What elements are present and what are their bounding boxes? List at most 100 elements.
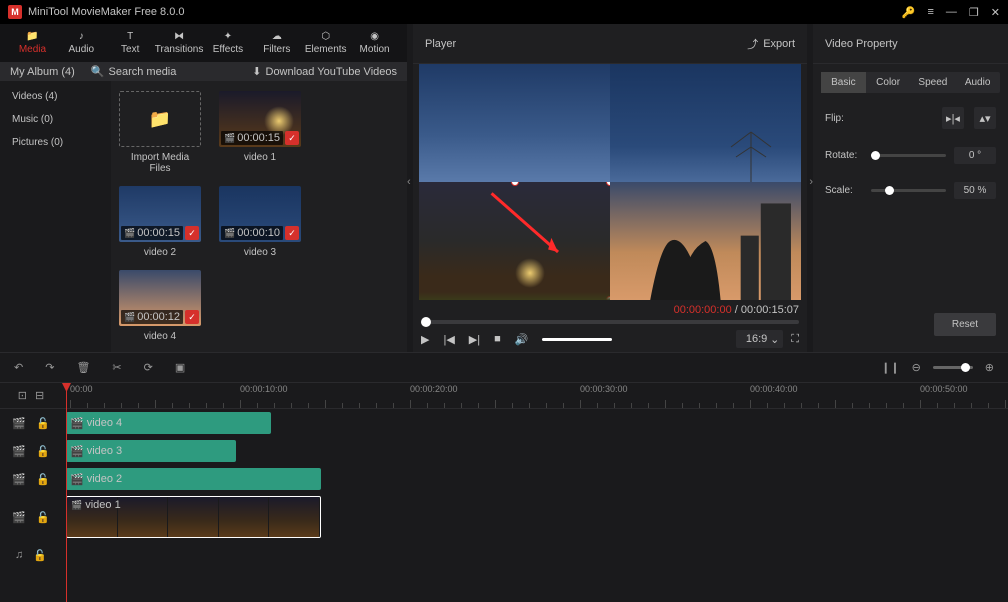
clip-video2[interactable]: 🎬 video 2: [66, 468, 321, 490]
property-tabs: Basic Color Speed Audio: [821, 72, 1000, 93]
property-title: Video Property: [825, 38, 898, 50]
timeline: ↶ ↷ 🗑 ✂ ⟳ ▣ ❙❙ ⊖ ⊕ ⊡ ⊟ 🎬 🔓 🎬 🔓 🎬 🔓 🎬 🔓 ♫ 🔓 00:…: [0, 352, 1008, 602]
menu-icon[interactable]: ≡: [927, 6, 933, 18]
preview-next-icon[interactable]: ›: [809, 176, 813, 188]
time-display: 00:00:00:00 / 00:00:15:07: [674, 304, 799, 316]
stop-button[interactable]: ■: [494, 333, 501, 345]
import-media-tile[interactable]: 📁 Import Media Files: [119, 91, 201, 174]
track-lock-icon[interactable]: 🔓: [36, 417, 50, 430]
scale-label: Scale:: [825, 185, 863, 196]
clip-video1[interactable]: 🎬 video 1: [66, 496, 321, 538]
prev-frame-button[interactable]: |◀: [443, 333, 454, 346]
playhead[interactable]: [66, 383, 67, 602]
minimize-icon[interactable]: —: [946, 6, 957, 18]
redo-icon[interactable]: ↷: [45, 361, 54, 374]
volume-slider[interactable]: [542, 338, 612, 341]
app-logo: M: [8, 5, 22, 19]
key-icon[interactable]: 🔑: [902, 6, 916, 19]
rotate-slider[interactable]: [871, 154, 946, 157]
fullscreen-icon[interactable]: ⛶: [791, 333, 799, 346]
preview-canvas[interactable]: ‹ ›: [419, 64, 801, 300]
crop-icon[interactable]: ▣: [175, 361, 185, 374]
cut-icon[interactable]: ✂: [112, 361, 121, 374]
track-lock-icon[interactable]: 🔓: [36, 473, 50, 486]
media-tile-video4[interactable]: 🎬 00:00:12✓ video 4: [119, 270, 201, 342]
volume-icon[interactable]: 🔊: [515, 333, 529, 346]
tab-effects[interactable]: ✦Effects: [204, 24, 253, 62]
album-bar: My Album (4) 🔍 Search media ⬇ Download Y…: [0, 62, 407, 81]
track-video-icon[interactable]: 🎬: [12, 511, 26, 524]
player-title: Player: [425, 38, 456, 50]
album-name[interactable]: My Album (4): [10, 66, 75, 78]
preview-prev-icon[interactable]: ‹: [407, 176, 799, 188]
download-youtube[interactable]: ⬇ Download YouTube Videos: [252, 65, 397, 78]
scale-slider[interactable]: [871, 189, 946, 192]
property-pane: Video Property Basic Color Speed Audio F…: [813, 24, 1008, 352]
media-pane: 📁Media ♪Audio TText ⧓Transitions ✦Effect…: [0, 24, 407, 352]
clip-video4[interactable]: 🎬 video 4: [66, 412, 271, 434]
sidebar-item-music[interactable]: Music (0): [0, 108, 111, 131]
tab-audio[interactable]: ♪Audio: [57, 24, 106, 62]
media-category-list: Videos (4) Music (0) Pictures (0): [0, 81, 111, 352]
timeline-tracks[interactable]: 00:0000:00:10:0000:00:20:0000:00:30:0000…: [62, 383, 1008, 602]
annotation-arrow: [473, 186, 581, 265]
prop-tab-speed[interactable]: Speed: [911, 72, 956, 93]
timeline-ruler[interactable]: 00:0000:00:10:0000:00:20:0000:00:30:0000…: [62, 383, 1008, 409]
reset-button[interactable]: Reset: [934, 313, 996, 336]
preview-cell-2[interactable]: [610, 64, 801, 182]
track-video-icon[interactable]: 🎬: [12, 417, 26, 430]
flip-vertical-button[interactable]: ▴▾: [974, 107, 996, 129]
collapse-icon[interactable]: ⊟: [35, 389, 44, 402]
zoom-slider[interactable]: [933, 366, 973, 369]
titlebar: M MiniTool MovieMaker Free 8.0.0 🔑 ≡ — ❐…: [0, 0, 1008, 24]
player-pane: Player ⤴Export: [413, 24, 807, 352]
tab-motion[interactable]: ◉Motion: [350, 24, 399, 62]
export-button[interactable]: ⤴Export: [747, 36, 795, 52]
sidebar-item-videos[interactable]: Videos (4): [0, 85, 111, 108]
tab-elements[interactable]: ⬡Elements: [301, 24, 350, 62]
media-grid: 📁 Import Media Files 🎬 00:00:15✓ video 1…: [111, 81, 407, 352]
track-lock-icon[interactable]: 🔓: [33, 549, 47, 562]
prop-tab-audio[interactable]: Audio: [955, 72, 1000, 93]
preview-cell-3[interactable]: [419, 182, 610, 300]
tab-text[interactable]: TText: [106, 24, 155, 62]
track-video-icon[interactable]: 🎬: [12, 445, 26, 458]
aspect-ratio-select[interactable]: 16:9⌄: [736, 330, 783, 348]
playback-progress[interactable]: [421, 320, 799, 324]
scale-value[interactable]: 50 %: [954, 182, 996, 199]
undo-icon[interactable]: ↶: [14, 361, 23, 374]
preview-cell-1[interactable]: [419, 64, 610, 182]
flip-label: Flip:: [825, 113, 863, 124]
track-audio-icon[interactable]: ♫: [15, 549, 23, 561]
tab-media[interactable]: 📁Media: [8, 24, 57, 62]
prop-tab-basic[interactable]: Basic: [821, 72, 866, 93]
clip-video3[interactable]: 🎬 video 3: [66, 440, 236, 462]
fit-icon[interactable]: ⊡: [18, 389, 27, 402]
track-lock-icon[interactable]: 🔓: [36, 511, 50, 524]
track-lock-icon[interactable]: 🔓: [36, 445, 50, 458]
next-frame-button[interactable]: ▶|: [469, 333, 480, 346]
speed-icon[interactable]: ⟳: [144, 361, 153, 374]
flip-horizontal-button[interactable]: ▸|◂: [942, 107, 964, 129]
preview-cell-4[interactable]: [610, 182, 801, 300]
prop-tab-color[interactable]: Color: [866, 72, 911, 93]
track-video-icon[interactable]: 🎬: [12, 473, 26, 486]
media-tile-video1[interactable]: 🎬 00:00:15✓ video 1: [219, 91, 301, 174]
delete-icon[interactable]: 🗑: [76, 361, 90, 374]
app-title: MiniTool MovieMaker Free 8.0.0: [28, 6, 185, 18]
maximize-icon[interactable]: ❐: [969, 6, 979, 19]
media-tile-video3[interactable]: 🎬 00:00:10✓ video 3: [219, 186, 301, 258]
media-tile-video2[interactable]: 🎬 00:00:15✓ video 2: [119, 186, 201, 258]
play-button[interactable]: ▶: [421, 333, 429, 346]
zoom-out-icon[interactable]: ⊖: [912, 361, 921, 374]
rotate-value[interactable]: 0 °: [954, 147, 996, 164]
close-icon[interactable]: ✕: [991, 6, 1000, 19]
snap-icon[interactable]: ❙❙: [881, 361, 899, 374]
zoom-in-icon[interactable]: ⊕: [985, 361, 994, 374]
tab-transitions[interactable]: ⧓Transitions: [155, 24, 204, 62]
sidebar-item-pictures[interactable]: Pictures (0): [0, 131, 111, 154]
main-tabbar: 📁Media ♪Audio TText ⧓Transitions ✦Effect…: [0, 24, 407, 62]
rotate-label: Rotate:: [825, 150, 863, 161]
search-media[interactable]: 🔍 Search media: [91, 65, 177, 78]
tab-filters[interactable]: ☁Filters: [252, 24, 301, 62]
